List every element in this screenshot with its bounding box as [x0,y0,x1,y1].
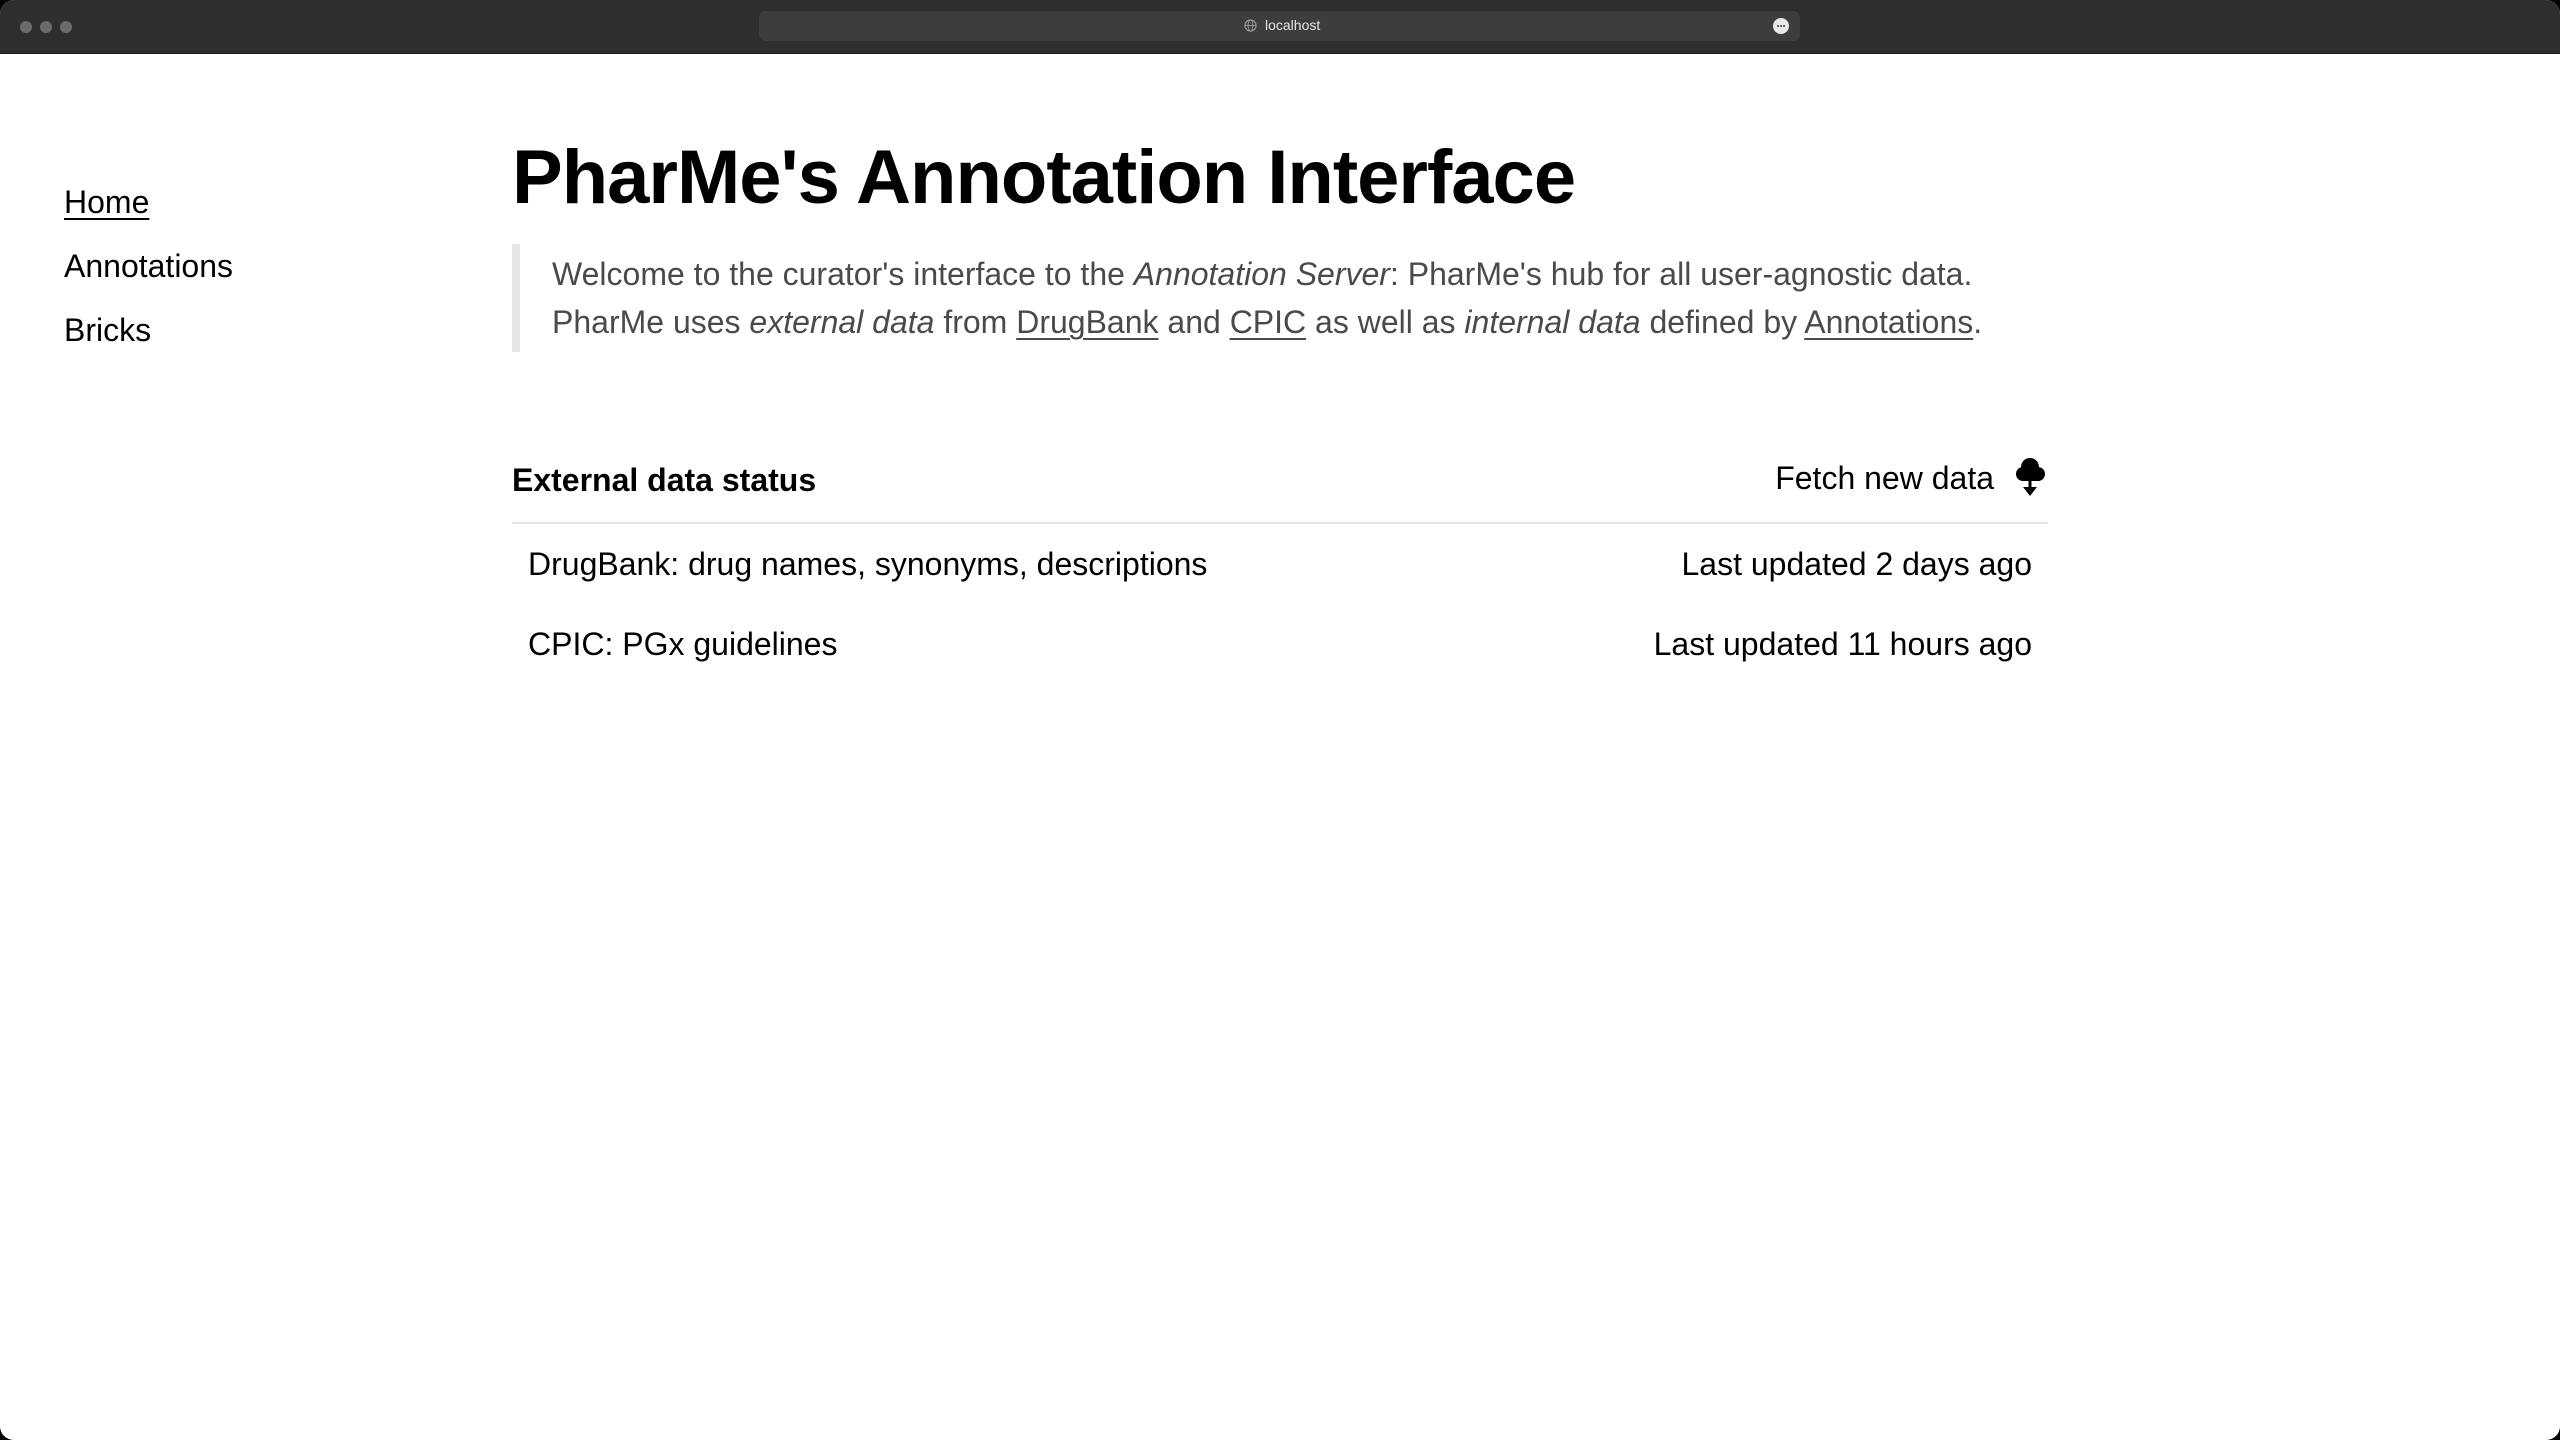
last-updated-text: Last updated 11 hours ago [1653,626,2032,662]
sidebar-nav: Home Annotations Bricks [64,182,233,374]
browser-window: localhost Home Annotations Bricks PharMe… [0,0,2560,1440]
zoom-window-button[interactable] [60,21,72,33]
cloud-download-icon [2016,458,2045,496]
intro-text: as well as [1306,304,1465,340]
browser-titlebar: localhost [0,0,2560,54]
last-updated-text: Last updated 2 days ago [1681,546,2033,582]
section-title: External data status [512,462,817,498]
cpic-link[interactable]: CPIC [1230,304,1306,340]
drugbank-link[interactable]: DrugBank [1016,304,1158,340]
external-data-status-header: External data status Fetch new data [512,458,2048,524]
sidebar-item-annotations[interactable]: Annotations [64,246,233,310]
intro-text: and [1158,304,1230,340]
close-window-button[interactable] [20,21,32,33]
intro-emphasis: external data [749,304,935,340]
intro-emphasis: internal data [1464,304,1641,340]
globe-icon [1244,19,1257,32]
page-content: Home Annotations Bricks PharMe's Annotat… [0,54,2560,1440]
page-title: PharMe's Annotation Interface [512,135,1576,220]
data-source-row: CPIC: PGx guidelines Last updated 11 hou… [528,624,2032,664]
intro-text: from [934,304,1017,340]
sidebar-item-bricks[interactable]: Bricks [64,310,233,374]
data-source-name: DrugBank: drug names, synonyms, descript… [528,546,1208,582]
intro-emphasis: Annotation Server [1133,256,1390,292]
data-source-name: CPIC: PGx guidelines [528,626,838,662]
intro-text: Welcome to the curator's interface to th… [552,256,1134,292]
sidebar-item-home[interactable]: Home [64,182,233,246]
minimize-window-button[interactable] [40,21,52,33]
intro-text: defined by [1640,304,1805,340]
fetch-new-data-label: Fetch new data [1775,460,1994,496]
annotations-link[interactable]: Annotations [1804,304,1973,340]
address-bar[interactable]: localhost [759,11,1800,41]
more-options-icon[interactable] [1773,18,1789,34]
fetch-new-data-button[interactable]: Fetch new data [1775,454,2048,502]
data-source-row: DrugBank: drug names, synonyms, descript… [528,544,2032,584]
main-content: PharMe's Annotation Interface Welcome to… [512,130,2048,662]
url-text: localhost [1265,17,1321,33]
intro-text: . [1973,304,1983,340]
intro-blockquote: Welcome to the curator's interface to th… [512,244,2048,352]
